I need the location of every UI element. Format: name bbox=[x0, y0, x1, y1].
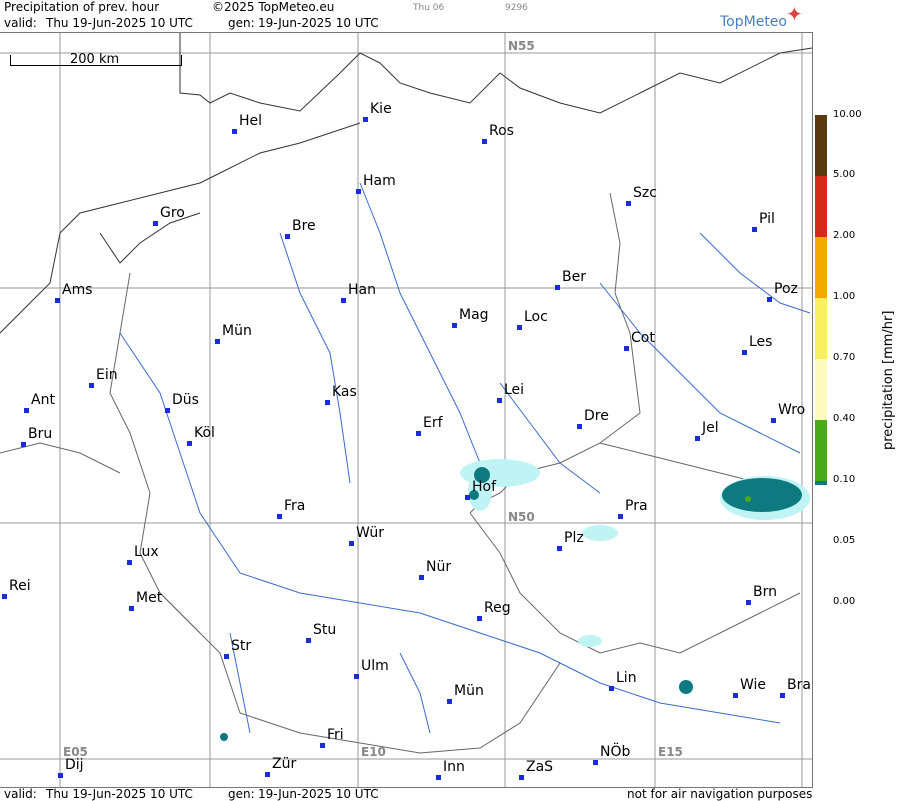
valid-value: Thu 19-Jun-2025 10 UTC bbox=[46, 16, 193, 30]
small-day: Thu 06 bbox=[413, 3, 445, 13]
footer-valid-label: valid: bbox=[4, 787, 37, 801]
lat-lon-grid bbox=[0, 33, 812, 787]
legend-band bbox=[815, 420, 827, 481]
legend-tick-label: 0.70 bbox=[833, 352, 856, 363]
grid-label-n50: N50 bbox=[508, 510, 535, 524]
map-canvas bbox=[0, 33, 812, 787]
legend-band bbox=[815, 176, 827, 237]
small-code: 9296 bbox=[505, 3, 528, 13]
copyright: ©2025 TopMeteo.eu bbox=[212, 0, 335, 14]
topmeteo-logo[interactable]: TopMeteo bbox=[720, 14, 787, 30]
legend-title: precipitation [mm/hr] bbox=[881, 310, 896, 450]
grid-label-n55: N55 bbox=[508, 39, 535, 53]
legend-band bbox=[815, 298, 827, 359]
precipitation-map[interactable]: 200 km N55 N50 E05 E10 E15 Kie Hel Ros H… bbox=[0, 32, 813, 788]
grid-label-e10: E10 bbox=[361, 745, 386, 759]
footer-gen-value: 19-Jun-2025 10 UTC bbox=[258, 787, 379, 801]
gen-value: 19-Jun-2025 10 UTC bbox=[258, 16, 379, 30]
legend-band bbox=[815, 237, 827, 298]
legend-band bbox=[815, 359, 827, 420]
footer-valid-value: Thu 19-Jun-2025 10 UTC bbox=[46, 787, 193, 801]
disclaimer: not for air navigation purposes bbox=[627, 787, 813, 801]
legend-tick-label: 0.00 bbox=[833, 596, 856, 607]
legend-tick-label: 10.00 bbox=[833, 109, 862, 120]
gen-label: gen: bbox=[228, 16, 255, 30]
legend-band bbox=[815, 115, 827, 176]
legend-band bbox=[815, 481, 827, 485]
precipitation-legend bbox=[815, 115, 827, 485]
grid-label-e15: E15 bbox=[658, 745, 683, 759]
legend-tick-label: 1.00 bbox=[833, 291, 856, 302]
compass-star-icon: ✦ bbox=[786, 2, 803, 26]
legend-tick-label: 5.00 bbox=[833, 169, 856, 180]
rivers bbox=[119, 182, 811, 734]
map-title: Precipitation of prev. hour bbox=[4, 0, 160, 14]
legend-tick-label: 2.00 bbox=[833, 230, 856, 241]
legend-tick-label: 0.10 bbox=[833, 474, 856, 485]
footer-gen-label: gen: bbox=[228, 787, 255, 801]
legend-tick-label: 0.40 bbox=[833, 413, 856, 424]
precipitation-areas bbox=[220, 459, 810, 741]
legend-tick-label: 0.05 bbox=[833, 535, 856, 546]
valid-label: valid: bbox=[4, 16, 37, 30]
country-borders bbox=[0, 192, 801, 754]
scale-label: 200 km bbox=[70, 52, 120, 67]
